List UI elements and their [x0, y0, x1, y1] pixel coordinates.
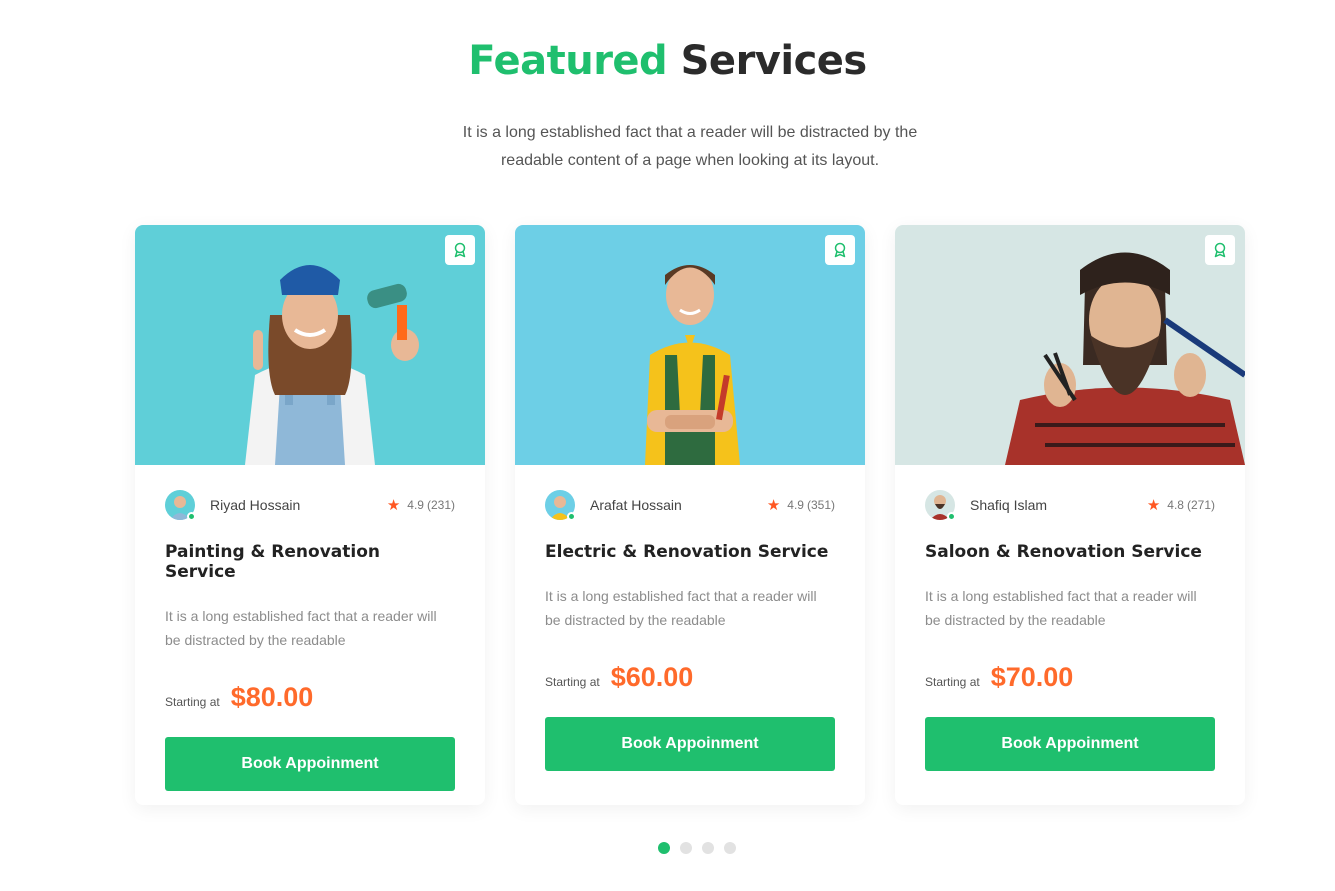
price-label: Starting at [925, 675, 980, 689]
book-appointment-button[interactable]: Book Appoinment [545, 717, 835, 771]
section-title-accent: Featured [468, 38, 668, 84]
rating-value: 4.9 [407, 498, 424, 512]
price-label: Starting at [545, 675, 600, 689]
rating: ★ 4.9 (231) [387, 496, 455, 514]
carousel-dot[interactable] [702, 842, 714, 854]
service-photo [895, 225, 1245, 465]
award-icon [834, 242, 846, 258]
service-title[interactable]: Saloon & Renovation Service [925, 542, 1215, 562]
award-badge[interactable] [825, 235, 855, 265]
service-description: It is a long established fact that a rea… [925, 588, 1197, 628]
provider-name[interactable]: Arafat Hossain [590, 497, 767, 513]
service-card[interactable]: Arafat Hossain ★ 4.9 (351) Electric & Re… [515, 225, 865, 805]
carousel-dot[interactable] [658, 842, 670, 854]
section-title: Featured Services [0, 38, 1335, 84]
service-cards: Riyad Hossain ★ 4.9 (231) Painting & Ren… [135, 225, 1245, 805]
service-card[interactable]: Shafiq Islam ★ 4.8 (271) Saloon & Renova… [895, 225, 1245, 805]
service-title[interactable]: Painting & Renovation Service [165, 542, 455, 582]
service-card[interactable]: Riyad Hossain ★ 4.9 (231) Painting & Ren… [135, 225, 485, 805]
service-title[interactable]: Electric & Renovation Service [545, 542, 835, 562]
carousel-dot[interactable] [724, 842, 736, 854]
rating-value: 4.9 [787, 498, 804, 512]
service-description: It is a long established fact that a rea… [165, 608, 437, 648]
service-description: It is a long established fact that a rea… [545, 588, 817, 628]
section-title-rest: Services [680, 38, 868, 84]
award-badge[interactable] [1205, 235, 1235, 265]
rating-count: (231) [426, 498, 455, 512]
online-indicator [567, 512, 576, 521]
provider-name[interactable]: Riyad Hossain [210, 497, 387, 513]
service-photo [135, 225, 485, 465]
service-price: $60.00 [610, 662, 694, 692]
book-appointment-button[interactable]: Book Appoinment [165, 737, 455, 791]
award-badge[interactable] [445, 235, 475, 265]
star-icon: ★ [386, 497, 401, 514]
online-indicator [947, 512, 956, 521]
star-icon: ★ [1146, 497, 1161, 514]
rating-count: (271) [1186, 498, 1215, 512]
online-indicator [187, 512, 196, 521]
section-subtitle: It is a long established fact that a rea… [462, 124, 918, 169]
price-label: Starting at [165, 695, 220, 709]
provider-name[interactable]: Shafiq Islam [970, 497, 1147, 513]
star-icon: ★ [766, 497, 781, 514]
award-icon [454, 242, 466, 258]
carousel-dot[interactable] [680, 842, 692, 854]
rating-count: (351) [806, 498, 835, 512]
rating: ★ 4.9 (351) [767, 496, 835, 514]
book-appointment-button[interactable]: Book Appoinment [925, 717, 1215, 771]
carousel-pagination [658, 842, 736, 854]
rating: ★ 4.8 (271) [1147, 496, 1215, 514]
rating-value: 4.8 [1167, 498, 1184, 512]
award-icon [1214, 242, 1226, 258]
service-price: $70.00 [990, 662, 1074, 692]
service-photo [515, 225, 865, 465]
service-price: $80.00 [230, 682, 314, 712]
